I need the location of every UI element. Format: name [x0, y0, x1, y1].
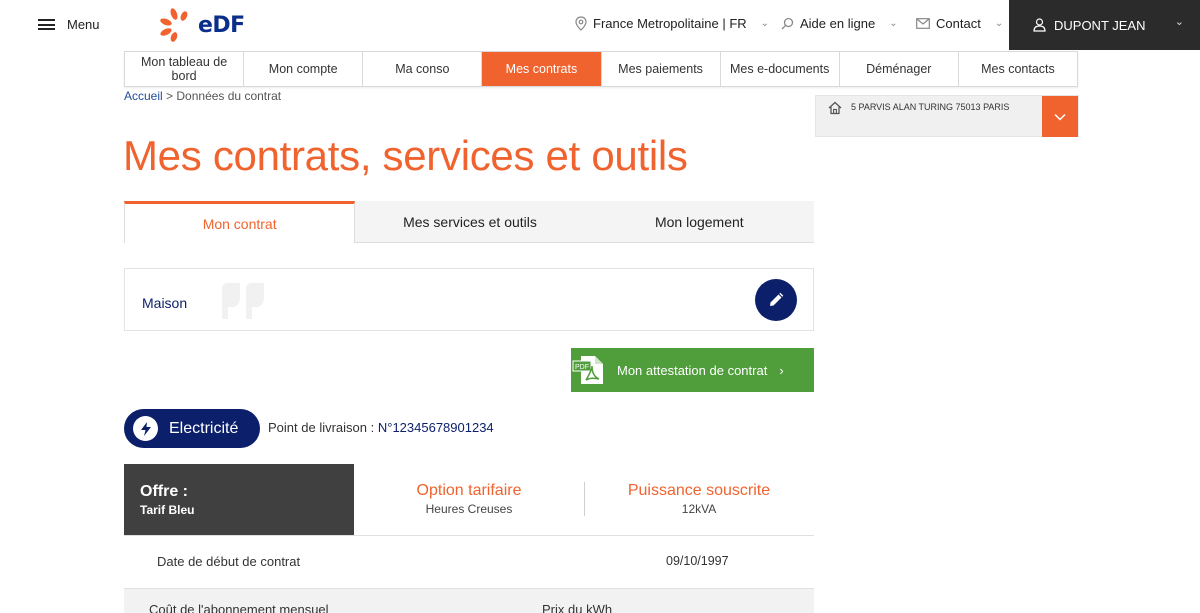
- nav-item-mes-contacts[interactable]: Mes contacts: [959, 52, 1077, 86]
- user-menu[interactable]: DUPONT JEAN ⌄: [1009, 0, 1200, 50]
- chevron-down-icon: ⌄: [760, 18, 770, 29]
- search-icon: [781, 17, 794, 30]
- nav-item-mes-paiements[interactable]: Mes paiements: [602, 52, 721, 86]
- chevron-down-icon: [1054, 113, 1066, 121]
- tab-mon-contrat[interactable]: Mon contrat: [124, 201, 356, 243]
- electricity-badge: Electricité: [124, 409, 260, 448]
- subscribed-power-value: 12kVA: [681, 502, 717, 516]
- offer-value: Tarif Bleu: [140, 503, 195, 517]
- edf-logo[interactable]: eDF: [160, 8, 245, 42]
- pdf-badge: PDF: [575, 364, 589, 371]
- contact-label: Contact: [936, 16, 981, 31]
- delivery-value: N°12345678901234: [377, 420, 494, 435]
- subscribed-power: Puissance souscrite 12kVA: [584, 482, 814, 516]
- user-name: DUPONT JEAN: [1054, 17, 1146, 33]
- page-title: Mes contrats, services et outils: [123, 132, 688, 179]
- hamburger-icon: [38, 19, 55, 30]
- nav-item-demenager[interactable]: Déménager: [840, 52, 959, 86]
- nav-item-tableau-de-bord[interactable]: Mon tableau de bord: [125, 52, 245, 86]
- top-header: Menu eDF France Metropolitaine | FR ⌄ Ai…: [0, 0, 1200, 50]
- delivery-point: Point de livraison : N°12345678901234: [268, 420, 494, 435]
- pricing-row: Coût de l'abonnement mensuel Prix du kWh: [124, 589, 814, 613]
- chevron-down-icon: ⌄: [889, 18, 898, 29]
- delivery-label: Point de livraison :: [268, 420, 375, 435]
- mail-icon: [916, 18, 930, 29]
- menu-label: Menu: [67, 17, 100, 32]
- nav-item-ma-conso[interactable]: Ma conso: [363, 52, 483, 86]
- tariff-option-value: Heures Creuses: [425, 502, 513, 516]
- pencil-icon: [770, 292, 784, 306]
- nav-item-mes-contrats[interactable]: Mes contrats: [482, 52, 602, 86]
- subscription-cost-label: Coût de l'abonnement mensuel: [149, 602, 329, 613]
- breadcrumb-current: Données du contrat: [176, 89, 282, 103]
- lightning-icon: [133, 416, 158, 441]
- location-pin-icon: [575, 16, 587, 31]
- chevron-down-icon: ⌄: [994, 18, 1004, 29]
- home-card: Maison: [124, 268, 814, 331]
- address-dropdown-button[interactable]: [1042, 96, 1078, 137]
- start-date-row: Date de début de contrat 09/10/1997: [124, 536, 814, 588]
- home-name: Maison: [142, 295, 188, 311]
- breadcrumb-home-link[interactable]: Accueil: [124, 89, 163, 103]
- attestation-pdf-button[interactable]: PDF Mon attestation de contrat ›: [571, 348, 814, 392]
- offer-label: Offre :: [140, 483, 188, 500]
- subscribed-power-title: Puissance souscrite: [627, 482, 771, 499]
- tariff-option: Option tarifaire Heures Creuses: [354, 482, 584, 516]
- contact-link[interactable]: Contact ⌄: [916, 16, 1003, 31]
- help-link[interactable]: Aide en ligne ⌄: [781, 16, 898, 31]
- kwh-price-label: Prix du kWh: [542, 602, 613, 613]
- tab-mon-logement[interactable]: Mon logement: [584, 201, 814, 243]
- address-selector[interactable]: 5 PARVIS ALAN TURING 75013 PARIS: [815, 95, 1079, 137]
- main-nav: Mon tableau de bord Mon compte Ma conso …: [124, 51, 1078, 87]
- edit-home-button[interactable]: [755, 279, 797, 321]
- energy-label: Electricité: [169, 419, 239, 437]
- start-date-label: Date de début de contrat: [157, 554, 301, 569]
- nav-item-mon-compte[interactable]: Mon compte: [244, 52, 364, 86]
- chevron-down-icon: ⌄: [1174, 16, 1184, 28]
- contract-tabs: Mon contrat Mes services et outils Mon l…: [124, 201, 814, 243]
- tariff-option-title: Option tarifaire: [416, 482, 522, 499]
- attestation-label: Mon attestation de contrat: [617, 362, 768, 378]
- breadcrumb: Accueil > Données du contrat: [124, 89, 281, 103]
- edf-sun-icon: [160, 8, 188, 42]
- logo-wordmark: eDF: [198, 12, 245, 38]
- breadcrumb-separator: >: [166, 89, 174, 103]
- help-label: Aide en ligne: [800, 16, 876, 31]
- quote-icon: [222, 283, 264, 319]
- pdf-icon: PDF: [572, 356, 603, 384]
- region-selector[interactable]: France Metropolitaine | FR ⌄: [575, 16, 769, 31]
- tab-services-outils[interactable]: Mes services et outils: [355, 201, 585, 243]
- nav-item-mes-e-documents[interactable]: Mes e-documents: [721, 52, 840, 86]
- house-icon: [828, 101, 842, 115]
- menu-button[interactable]: Menu: [38, 17, 100, 32]
- chevron-right-icon: ›: [779, 362, 784, 378]
- user-icon: [1033, 18, 1046, 32]
- offer-block: Offre : Tarif Bleu: [124, 464, 354, 535]
- address-text: 5 PARVIS ALAN TURING 75013 PARIS: [851, 102, 1010, 112]
- start-date-value: 09/10/1997: [666, 554, 729, 568]
- region-label: France Metropolitaine | FR: [593, 16, 747, 31]
